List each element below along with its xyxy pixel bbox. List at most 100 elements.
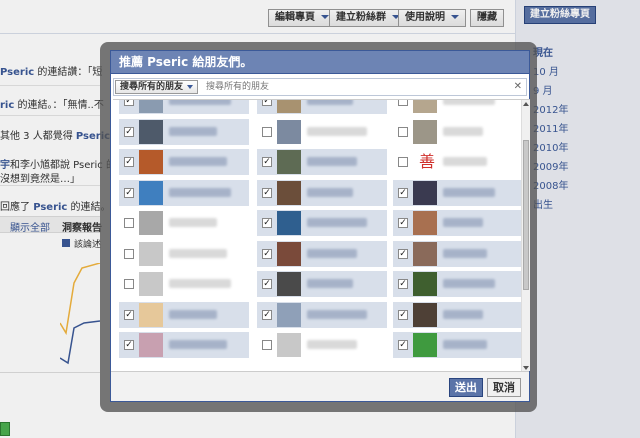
scroll-down-icon[interactable]: [523, 366, 529, 370]
friend-grid-scroll: ✓ ✓ ✓ ✓ ✓ 善 ✓ ✓ ✓ ✓ ✓ ✓ ✓ ✓ ✓ ✓ ✓ ✓ ✓ ✓: [113, 99, 530, 371]
friend-item[interactable]: ✓: [393, 179, 523, 206]
friend-item[interactable]: ✓: [393, 240, 523, 267]
friend-checkbox[interactable]: ✓: [398, 218, 408, 228]
friend-name-redacted: [443, 100, 495, 105]
friend-checkbox[interactable]: [124, 279, 134, 289]
friend-avatar: [413, 180, 437, 205]
friend-avatar: [139, 272, 163, 296]
send-button[interactable]: 送出: [449, 378, 483, 397]
friend-checkbox[interactable]: ✓: [262, 100, 272, 106]
cancel-button[interactable]: 取消: [487, 378, 521, 397]
friend-item[interactable]: ✓: [119, 149, 249, 175]
friend-avatar: [277, 272, 301, 296]
friend-item[interactable]: [119, 241, 249, 267]
friend-filter-dropdown[interactable]: 搜尋所有的朋友: [115, 80, 199, 94]
friend-item[interactable]: ✓: [119, 179, 249, 206]
friend-checkbox[interactable]: ✓: [398, 340, 408, 350]
friend-checkbox[interactable]: ✓: [124, 126, 134, 137]
friend-item[interactable]: ✓: [393, 332, 523, 358]
friend-name-redacted: [307, 309, 367, 319]
friend-item[interactable]: ✓: [257, 240, 387, 267]
scrollbar[interactable]: [521, 100, 530, 371]
chevron-down-icon: [187, 84, 194, 89]
friend-checkbox[interactable]: [124, 248, 134, 259]
friend-item[interactable]: ✓: [257, 179, 387, 206]
friend-name-redacted: [443, 126, 483, 136]
friend-checkbox[interactable]: ✓: [262, 309, 272, 320]
dialog-footer: 送出 取消: [111, 371, 529, 401]
friend-checkbox[interactable]: ✓: [262, 187, 272, 198]
friend-avatar: 善: [418, 152, 435, 171]
friend-avatar: [413, 100, 437, 113]
friend-checkbox[interactable]: ✓: [124, 340, 134, 350]
friend-item[interactable]: ✓: [257, 100, 387, 114]
friend-search-input[interactable]: [206, 80, 506, 94]
friend-checkbox[interactable]: ✓: [124, 100, 134, 106]
friend-item[interactable]: [257, 332, 387, 358]
friend-item[interactable]: ✓: [393, 271, 523, 297]
friend-item[interactable]: ✓: [119, 118, 249, 145]
scroll-thumb[interactable]: [523, 140, 529, 290]
friend-avatar: [277, 241, 301, 266]
friend-name-redacted: [307, 126, 367, 136]
friend-item[interactable]: ✓: [393, 301, 523, 328]
friend-checkbox[interactable]: [124, 218, 134, 228]
friend-checkbox[interactable]: ✓: [398, 187, 408, 198]
friend-avatar: [277, 302, 301, 327]
friend-item[interactable]: ✓: [393, 210, 523, 236]
scroll-up-icon[interactable]: [523, 102, 529, 106]
friend-avatar: [413, 211, 437, 235]
friend-avatar: [277, 211, 301, 235]
friend-name-redacted: [307, 100, 353, 105]
friend-name-redacted: [169, 340, 227, 349]
friend-checkbox[interactable]: [398, 126, 408, 137]
friend-item[interactable]: [119, 271, 249, 297]
friend-name-redacted: [443, 187, 495, 197]
friend-item[interactable]: [393, 119, 523, 145]
friend-item[interactable]: 善: [393, 149, 523, 175]
friend-avatar: [139, 333, 163, 357]
friend-item[interactable]: [257, 119, 387, 145]
friend-item[interactable]: [119, 210, 249, 236]
friend-checkbox[interactable]: ✓: [398, 309, 408, 320]
friend-avatar: [139, 302, 163, 327]
friend-name-redacted: [169, 279, 231, 288]
friend-item[interactable]: ✓: [119, 301, 249, 328]
friend-name-redacted: [169, 100, 231, 105]
friend-avatar: [413, 333, 437, 357]
friend-checkbox[interactable]: ✓: [262, 279, 272, 289]
friend-name-redacted: [169, 248, 227, 258]
dialog-title: 推薦 Pseric 給朋友們。: [111, 51, 529, 74]
friend-item[interactable]: ✓: [119, 100, 249, 114]
friend-checkbox[interactable]: ✓: [262, 248, 272, 259]
friend-item[interactable]: [393, 100, 523, 114]
friend-filter-bar: 搜尋所有的朋友 ✕: [113, 78, 527, 96]
friend-checkbox[interactable]: ✓: [124, 187, 134, 198]
friend-item[interactable]: ✓: [257, 210, 387, 236]
friend-name-redacted: [169, 157, 227, 166]
friend-checkbox[interactable]: [262, 126, 272, 137]
friend-checkbox[interactable]: [398, 157, 408, 167]
friend-checkbox[interactable]: [262, 340, 272, 350]
friend-name-redacted: [307, 218, 367, 227]
friend-avatar: [413, 272, 437, 296]
friend-checkbox[interactable]: ✓: [262, 218, 272, 228]
friend-avatar: [277, 150, 301, 174]
friend-filter-label: 搜尋所有的朋友: [120, 82, 184, 92]
friend-avatar: [413, 119, 437, 144]
friend-item[interactable]: ✓: [119, 332, 249, 358]
friend-checkbox[interactable]: ✓: [124, 157, 134, 167]
friend-checkbox[interactable]: ✓: [398, 279, 408, 289]
friend-checkbox[interactable]: ✓: [124, 309, 134, 320]
friend-checkbox[interactable]: ✓: [262, 157, 272, 167]
friend-avatar: [413, 241, 437, 266]
friend-avatar: [139, 119, 163, 144]
friend-item[interactable]: ✓: [257, 271, 387, 297]
friend-item[interactable]: ✓: [257, 149, 387, 175]
friend-avatar: [139, 150, 163, 174]
friend-name-redacted: [443, 309, 483, 319]
friend-item[interactable]: ✓: [257, 301, 387, 328]
clear-icon[interactable]: ✕: [514, 80, 522, 94]
friend-checkbox[interactable]: ✓: [398, 248, 408, 259]
friend-checkbox[interactable]: [398, 100, 408, 106]
